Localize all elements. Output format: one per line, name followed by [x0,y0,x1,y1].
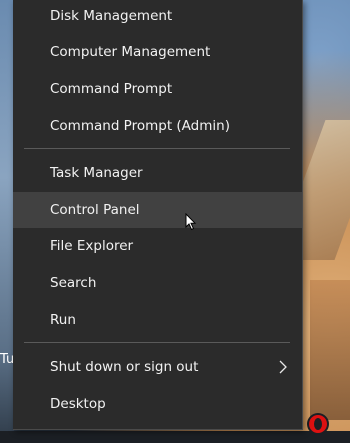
wallpaper-detail [310,280,350,420]
desktop-window-edge [0,0,14,443]
menu-item-run[interactable]: Run [13,302,302,338]
menu-item-task-manager[interactable]: Task Manager [13,155,302,191]
opera-taskbar-icon[interactable] [309,415,327,433]
menu-item-command-prompt[interactable]: Command Prompt [13,71,302,107]
menu-item-label: Disk Management [50,8,173,24]
taskbar[interactable] [0,431,350,443]
menu-item-label: Command Prompt (Admin) [50,118,230,134]
menu-item-command-prompt-admin[interactable]: Command Prompt (Admin) [13,108,302,144]
menu-item-label: Shut down or sign out [50,359,199,375]
menu-item-file-explorer[interactable]: File Explorer [13,228,302,264]
menu-item-label: Run [50,312,76,328]
menu-item-control-panel[interactable]: Control Panel [13,192,302,228]
menu-item-label: File Explorer [50,238,134,254]
menu-item-computer-management[interactable]: Computer Management [13,34,302,70]
menu-item-label: Search [50,275,97,291]
menu-item-disk-management[interactable]: Disk Management [13,0,302,34]
menu-item-label: Control Panel [50,202,140,218]
menu-separator [24,148,290,149]
menu-separator [24,342,290,343]
power-user-menu: Disk Management Computer Management Comm… [13,0,303,430]
menu-item-label: Desktop [50,396,106,412]
menu-item-label: Command Prompt [50,81,173,97]
menu-item-label: Task Manager [50,165,143,181]
menu-item-label: Computer Management [50,44,211,60]
menu-item-shut-down-or-sign-out[interactable]: Shut down or sign out [13,349,302,385]
mouse-pointer-icon [185,213,197,231]
menu-item-search[interactable]: Search [13,265,302,301]
chevron-right-icon [279,360,287,374]
menu-item-desktop[interactable]: Desktop [13,386,302,422]
desktop-partial-label: Tu [0,352,14,367]
